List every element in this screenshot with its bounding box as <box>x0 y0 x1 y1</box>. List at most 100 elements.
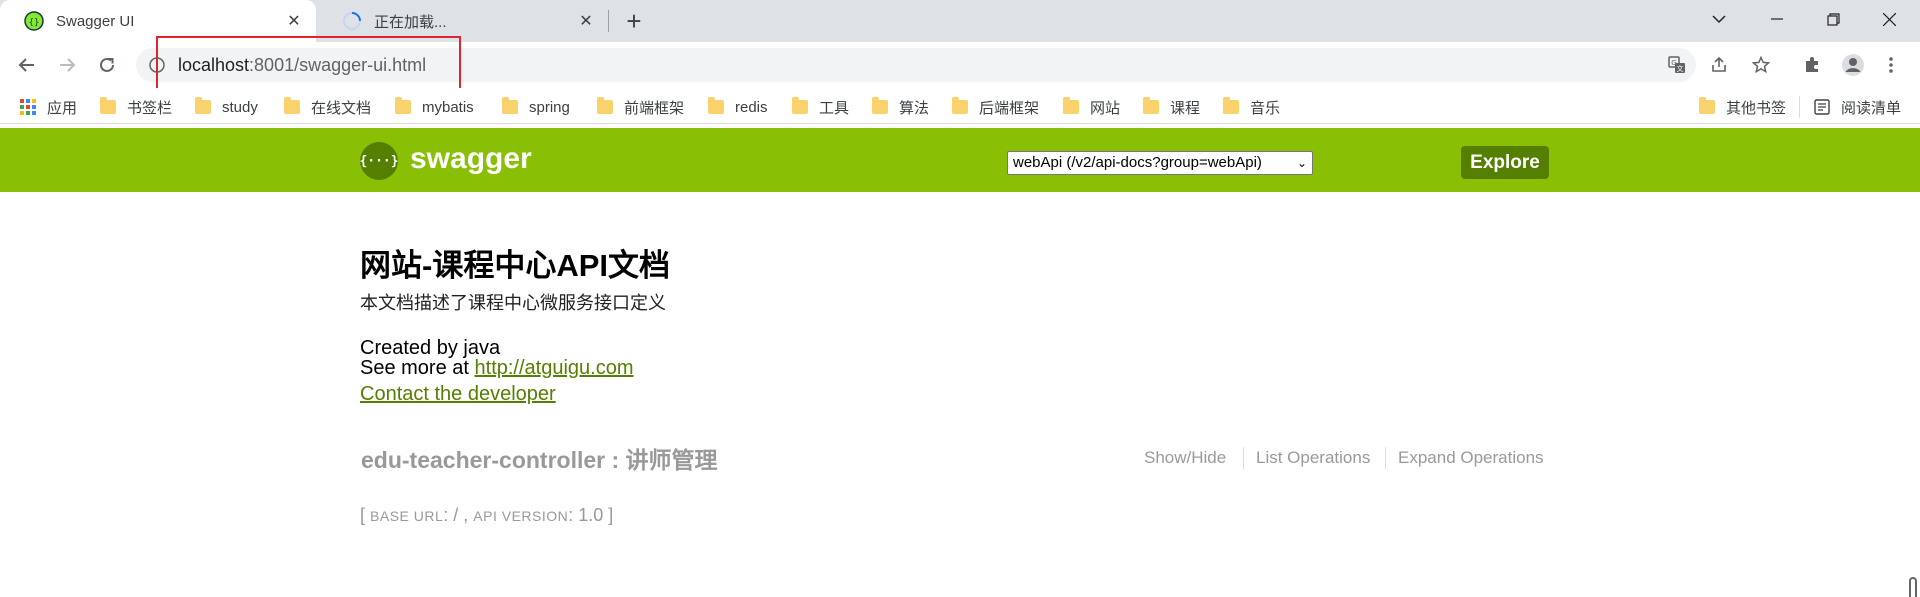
bookmark-label: 应用 <box>47 99 78 117</box>
folder-icon <box>792 97 808 114</box>
api-version-label: API VERSION <box>473 508 569 524</box>
bookmark-folder[interactable]: mybatis <box>395 96 474 118</box>
arrow-left-icon <box>18 58 34 72</box>
api-description: 本文档描述了课程中心微服务接口定义 <box>360 293 666 313</box>
website-link[interactable]: http://atguigu.com <box>475 357 634 379</box>
tab-search-button[interactable] <box>1696 0 1742 38</box>
bookmark-label: redis <box>735 98 768 116</box>
reload-button[interactable] <box>90 48 124 82</box>
ops-divider <box>1385 447 1386 469</box>
folder-icon <box>395 97 411 114</box>
chevron-down-icon <box>1712 15 1726 24</box>
profile-avatar-icon[interactable] <box>1836 48 1870 82</box>
restore-icon <box>1826 12 1840 26</box>
back-button[interactable] <box>10 48 44 82</box>
bookmark-folder[interactable]: spring <box>502 96 570 118</box>
expand-operations-link[interactable]: Expand Operations <box>1398 448 1544 468</box>
spec-select[interactable]: webApi (/v2/api-docs?group=webApi) ⌄ <box>1007 151 1313 175</box>
loading-spinner-icon <box>343 12 361 30</box>
bookmark-folder[interactable]: study <box>195 96 258 118</box>
show-hide-link[interactable]: Show/Hide <box>1144 448 1226 468</box>
close-icon <box>1882 12 1896 26</box>
reading-list-icon <box>1814 99 1830 115</box>
more-menu-icon[interactable] <box>1874 48 1908 82</box>
folder-icon <box>284 97 300 114</box>
close-tab-icon[interactable]: ✕ <box>574 9 598 33</box>
explore-button[interactable]: Explore <box>1461 146 1549 179</box>
bookmark-apps[interactable]: 应用 <box>20 96 77 118</box>
bookmark-folder[interactable]: 后端框架 <box>952 96 1039 118</box>
folder-icon <box>1063 97 1079 114</box>
chevron-down-icon: ⌄ <box>1296 156 1307 170</box>
apps-grid-icon <box>20 99 36 115</box>
bookmark-folder[interactable]: 前端框架 <box>597 96 684 118</box>
bookmark-label: mybatis <box>422 98 474 116</box>
extensions-icon[interactable] <box>1795 48 1829 82</box>
swagger-header: {···} swagger <box>0 128 1920 192</box>
bookmark-label: 音乐 <box>1250 99 1281 117</box>
bookmark-folder[interactable]: 课程 <box>1143 96 1200 118</box>
swagger-brand[interactable]: swagger <box>410 142 532 176</box>
ops-divider <box>1243 447 1244 469</box>
bracket-open: [ <box>360 505 371 525</box>
bookmark-other[interactable]: 其他书签 <box>1699 96 1786 118</box>
swagger-logo-icon[interactable]: {···} <box>359 142 399 180</box>
bookmark-folder[interactable]: 在线文档 <box>284 96 371 118</box>
bookmark-label: spring <box>529 98 570 116</box>
bookmark-folder[interactable]: 书签栏 <box>100 96 172 118</box>
svg-text:文: 文 <box>1677 64 1684 73</box>
base-url-info: [ BASE URL: / , API VERSION: 1.0 ] <box>360 505 613 526</box>
bookmark-folder[interactable]: 网站 <box>1063 96 1120 118</box>
folder-icon <box>195 97 211 114</box>
base-url-value: : / , <box>443 505 474 525</box>
minimize-button[interactable] <box>1754 0 1800 38</box>
bookmark-folder[interactable]: 工具 <box>792 96 849 118</box>
resource-controller-name[interactable]: edu-teacher-controller : 讲师管理 <box>361 441 718 475</box>
bookmark-label: 其他书签 <box>1726 99 1787 117</box>
see-more-prefix: See more at <box>360 357 475 379</box>
folder-icon <box>872 97 888 114</box>
tab-title: Swagger UI <box>56 12 135 30</box>
see-more-line: See more at http://atguigu.com <box>360 357 634 380</box>
api-version-value: : 1.0 <box>568 505 609 525</box>
api-title: 网站-课程中心API文档 <box>360 248 670 283</box>
bookmark-label: 工具 <box>819 99 850 117</box>
swagger-favicon-icon: {} <box>24 11 44 31</box>
bookmark-star-icon[interactable] <box>1744 48 1778 82</box>
list-operations-link[interactable]: List Operations <box>1256 448 1370 468</box>
folder-icon <box>952 97 968 114</box>
svg-text:{}: {} <box>29 18 40 28</box>
share-icon[interactable] <box>1702 48 1736 82</box>
new-tab-button[interactable]: + <box>620 7 648 35</box>
minimize-icon <box>1771 18 1783 20</box>
close-tab-icon[interactable]: ✕ <box>282 9 306 33</box>
bracket-close: ] <box>608 505 614 525</box>
bookmark-divider <box>1799 96 1800 118</box>
close-window-button[interactable] <box>1866 0 1912 38</box>
contact-developer-link[interactable]: Contact the developer <box>360 383 556 405</box>
bookmark-label: 在线文档 <box>311 99 372 117</box>
tab-separator <box>608 10 609 32</box>
reading-list[interactable]: 阅读清单 <box>1814 96 1901 118</box>
folder-icon <box>502 97 518 114</box>
url-highlight-box <box>156 36 461 93</box>
scroll-grip-icon[interactable] <box>1909 577 1917 597</box>
bookmark-label: study <box>222 98 258 116</box>
folder-icon <box>1223 97 1239 114</box>
bookmark-folder[interactable]: redis <box>708 96 768 118</box>
contact-line: Contact the developer <box>360 383 556 406</box>
bookmark-label: 网站 <box>1090 99 1121 117</box>
folder-icon <box>708 97 724 114</box>
forward-button[interactable] <box>50 48 84 82</box>
translate-icon[interactable]: 文G <box>1660 48 1694 82</box>
bookmark-folder[interactable]: 音乐 <box>1223 96 1280 118</box>
reload-icon <box>100 57 114 72</box>
bookmark-label: 算法 <box>899 99 930 117</box>
bookmark-folder[interactable]: 算法 <box>872 96 929 118</box>
folder-icon <box>1699 97 1715 114</box>
folder-icon <box>1143 97 1159 114</box>
bookmark-label: 后端框架 <box>979 99 1040 117</box>
bookmarks-bar: 应用 书签栏 study 在线文档 mybatis spring 前端框架 re… <box>0 88 1920 124</box>
restore-button[interactable] <box>1810 0 1856 38</box>
bookmark-label: 课程 <box>1170 99 1201 117</box>
